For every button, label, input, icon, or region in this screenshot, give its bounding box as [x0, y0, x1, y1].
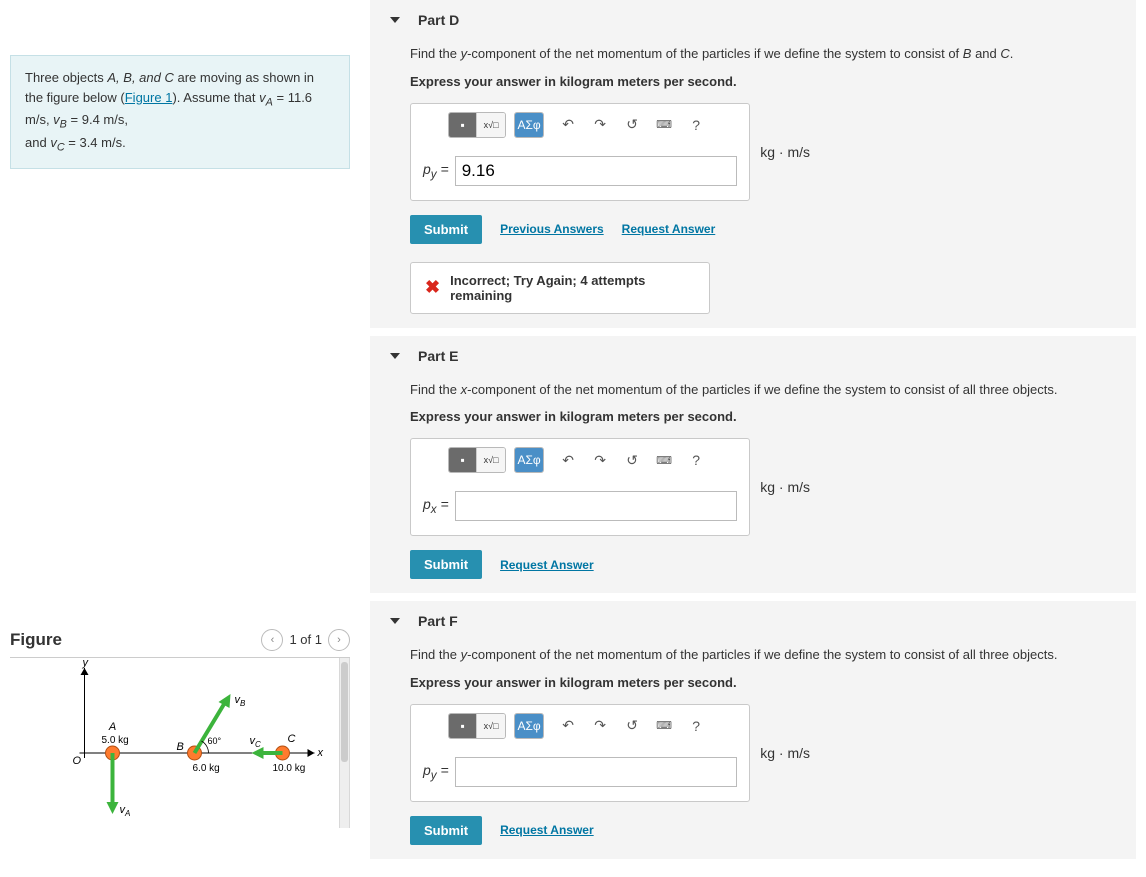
part-e-input[interactable] — [455, 491, 738, 521]
template-icon[interactable]: ▪ — [449, 113, 477, 137]
part-d: Part D Find the y-component of the net m… — [370, 0, 1136, 328]
figure-prev-button[interactable]: ‹ — [261, 629, 283, 651]
part-d-header[interactable]: Part D — [370, 0, 1136, 36]
part-d-prompt: Find the y-component of the net momentum… — [410, 44, 1096, 64]
svg-text:C: C — [288, 733, 296, 745]
part-e-request-answer[interactable]: Request Answer — [500, 558, 594, 572]
svg-text:60°: 60° — [208, 736, 222, 746]
part-f-instruction: Express your answer in kilogram meters p… — [410, 675, 1096, 690]
part-e-units: kg · m/s — [760, 479, 810, 495]
svg-text:x: x — [317, 747, 324, 759]
svg-text:y: y — [82, 658, 90, 669]
reset-icon[interactable]: ↺ — [620, 448, 644, 472]
svg-text:O: O — [73, 755, 82, 767]
figure-next-button[interactable]: › — [328, 629, 350, 651]
undo-icon[interactable]: ↶ — [556, 448, 580, 472]
svg-text:vB: vB — [235, 694, 247, 708]
part-d-lhs: py = — [423, 161, 449, 181]
reset-icon[interactable]: ↺ — [620, 113, 644, 137]
figure-counter: 1 of 1 — [289, 632, 322, 647]
part-d-answer-box: ▪ x√□ ΑΣφ ↶ ↷ ↺ ⌨ ? py = — [410, 103, 750, 201]
part-d-instruction: Express your answer in kilogram meters p… — [410, 74, 1096, 89]
greek-button[interactable]: ΑΣφ — [515, 448, 543, 472]
template-icon[interactable]: ▪ — [449, 714, 477, 738]
caret-down-icon — [390, 17, 400, 23]
incorrect-icon: ✖ — [425, 277, 440, 298]
part-e-lhs: px = — [423, 496, 449, 516]
part-d-feedback: ✖ Incorrect; Try Again; 4 attempts remai… — [410, 262, 710, 314]
part-d-request-answer[interactable]: Request Answer — [622, 222, 716, 236]
help-icon[interactable]: ? — [684, 113, 708, 137]
part-f-input[interactable] — [455, 757, 738, 787]
part-e-prompt: Find the x-component of the net momentum… — [410, 380, 1096, 400]
keyboard-icon[interactable]: ⌨ — [652, 714, 676, 738]
part-d-units: kg · m/s — [760, 144, 810, 160]
undo-icon[interactable]: ↶ — [556, 113, 580, 137]
help-icon[interactable]: ? — [684, 714, 708, 738]
sqrt-icon[interactable]: x√□ — [477, 113, 505, 137]
redo-icon[interactable]: ↷ — [588, 448, 612, 472]
part-f: Part F Find the y-component of the net m… — [370, 601, 1136, 859]
part-f-submit-button[interactable]: Submit — [410, 816, 482, 845]
part-e-answer-box: ▪ x√□ ΑΣφ ↶ ↷ ↺ ⌨ ? px = — [410, 438, 750, 536]
part-e-header[interactable]: Part E — [370, 336, 1136, 372]
redo-icon[interactable]: ↷ — [588, 714, 612, 738]
part-e: Part E Find the x-component of the net m… — [370, 336, 1136, 594]
part-f-answer-box: ▪ x√□ ΑΣφ ↶ ↷ ↺ ⌨ ? py = — [410, 704, 750, 802]
part-f-units: kg · m/s — [760, 745, 810, 761]
part-f-header[interactable]: Part F — [370, 601, 1136, 637]
figure-scrollbar[interactable] — [339, 658, 349, 828]
part-d-input[interactable] — [455, 156, 738, 186]
problem-statement: Three objects A, B, and C are moving as … — [10, 55, 350, 169]
caret-down-icon — [390, 618, 400, 624]
figure-canvas: y x O A 5.0 kg vA B 6.0 kg vB — [10, 658, 339, 828]
reset-icon[interactable]: ↺ — [620, 714, 644, 738]
undo-icon[interactable]: ↶ — [556, 714, 580, 738]
part-d-previous-answers[interactable]: Previous Answers — [500, 222, 604, 236]
svg-text:5.0 kg: 5.0 kg — [102, 735, 129, 746]
svg-text:A: A — [108, 721, 116, 733]
help-icon[interactable]: ? — [684, 448, 708, 472]
greek-button[interactable]: ΑΣφ — [515, 113, 543, 137]
part-f-prompt: Find the y-component of the net momentum… — [410, 645, 1096, 665]
figure-title: Figure — [10, 630, 62, 650]
part-e-submit-button[interactable]: Submit — [410, 550, 482, 579]
sqrt-icon[interactable]: x√□ — [477, 448, 505, 472]
svg-text:B: B — [177, 741, 184, 753]
svg-text:vA: vA — [120, 804, 131, 818]
svg-text:6.0 kg: 6.0 kg — [193, 763, 220, 774]
keyboard-icon[interactable]: ⌨ — [652, 113, 676, 137]
svg-text:10.0 kg: 10.0 kg — [273, 763, 306, 774]
redo-icon[interactable]: ↷ — [588, 113, 612, 137]
keyboard-icon[interactable]: ⌨ — [652, 448, 676, 472]
part-f-request-answer[interactable]: Request Answer — [500, 823, 594, 837]
caret-down-icon — [390, 353, 400, 359]
svg-text:vC: vC — [250, 735, 262, 749]
figure-header: Figure ‹ 1 of 1 › — [10, 629, 350, 658]
part-f-lhs: py = — [423, 762, 449, 782]
figure-link[interactable]: Figure 1 — [125, 90, 173, 105]
sqrt-icon[interactable]: x√□ — [477, 714, 505, 738]
template-icon[interactable]: ▪ — [449, 448, 477, 472]
part-d-submit-button[interactable]: Submit — [410, 215, 482, 244]
part-e-instruction: Express your answer in kilogram meters p… — [410, 409, 1096, 424]
greek-button[interactable]: ΑΣφ — [515, 714, 543, 738]
